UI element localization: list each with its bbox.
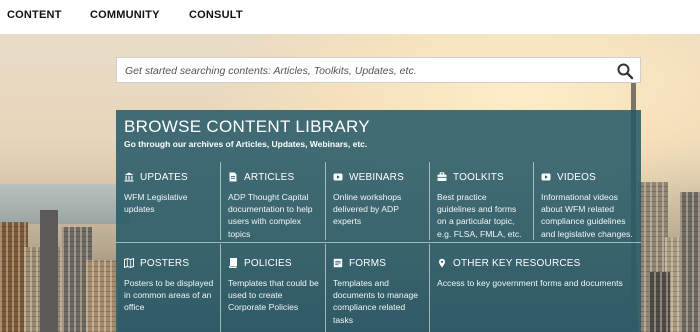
category-policies[interactable]: POLICIES Templates that could be used to…: [222, 250, 325, 332]
category-description: Informational videos about WFM related c…: [541, 192, 633, 239]
category-forms[interactable]: FORMS Templates and documents to manage …: [327, 250, 429, 332]
top-navigation: CONTENT COMMUNITY CONSULT: [0, 0, 700, 34]
form-icon: [333, 258, 343, 268]
category-label: POLICIES: [244, 257, 292, 269]
bank-icon: [124, 172, 134, 182]
category-description: Posters to be displayed in common areas …: [124, 278, 214, 313]
category-toolkits[interactable]: TOOLKITS Best practice guidelines and fo…: [431, 164, 533, 242]
category-description: Best practice guidelines and forms on a …: [437, 192, 522, 239]
play-icon: [541, 172, 551, 182]
category-label: VIDEOS: [557, 171, 596, 183]
category-label: OTHER KEY RESOURCES: [453, 257, 581, 269]
category-description: WFM Legislative updates: [124, 192, 188, 215]
building: [648, 272, 670, 332]
divider: [325, 162, 326, 240]
book-icon: [228, 258, 238, 268]
category-label: ARTICLES: [244, 171, 295, 183]
category-label: TOOLKITS: [453, 171, 504, 183]
nav-community[interactable]: COMMUNITY: [90, 0, 160, 34]
search-icon[interactable]: [616, 62, 634, 80]
building: [680, 192, 700, 332]
divider: [429, 244, 430, 332]
category-webinars[interactable]: WEBINARS Online workshops delivered by A…: [327, 164, 429, 242]
category-description: Access to key government forms and docum…: [437, 278, 623, 288]
search-bar: [116, 57, 641, 84]
category-label: FORMS: [349, 257, 387, 269]
library-title: BROWSE CONTENT LIBRARY: [124, 117, 370, 136]
category-other-key-resources[interactable]: OTHER KEY RESOURCES Access to key govern…: [431, 250, 641, 332]
briefcase-icon: [437, 172, 447, 182]
category-label: UPDATES: [140, 171, 188, 183]
category-description: ADP Thought Capital documentation to hel…: [228, 192, 313, 239]
category-description: Templates and documents to manage compli…: [333, 278, 419, 325]
document-icon: [228, 172, 238, 182]
nav-consult[interactable]: CONSULT: [189, 0, 243, 34]
category-description: Templates that could be used to create C…: [228, 278, 319, 313]
divider: [533, 162, 534, 240]
category-description: Online workshops delivered by ADP expert…: [333, 192, 402, 227]
divider: [325, 244, 326, 332]
nav-content[interactable]: CONTENT: [7, 0, 62, 34]
divider: [220, 244, 221, 332]
building: [86, 260, 118, 332]
category-updates[interactable]: UPDATES WFM Legislative updates: [118, 164, 220, 242]
category-label: WEBINARS: [349, 171, 404, 183]
building: [40, 210, 58, 332]
river: [0, 184, 130, 224]
divider: [116, 242, 641, 243]
category-videos[interactable]: VIDEOS Informational videos about WFM re…: [535, 164, 641, 242]
play-icon: [333, 172, 343, 182]
content-library-panel: BROWSE CONTENT LIBRARY Go through our ar…: [116, 110, 641, 332]
category-posters[interactable]: POSTERS Posters to be displayed in commo…: [118, 250, 220, 332]
map-icon: [124, 258, 134, 268]
location-pin-icon: [437, 258, 447, 268]
search-input[interactable]: [123, 58, 607, 84]
library-subtitle: Go through our archives of Articles, Upd…: [124, 139, 368, 149]
category-articles[interactable]: ARTICLES ADP Thought Capital documentati…: [222, 164, 325, 242]
divider: [220, 162, 221, 240]
divider: [429, 162, 430, 240]
category-label: POSTERS: [140, 257, 190, 269]
